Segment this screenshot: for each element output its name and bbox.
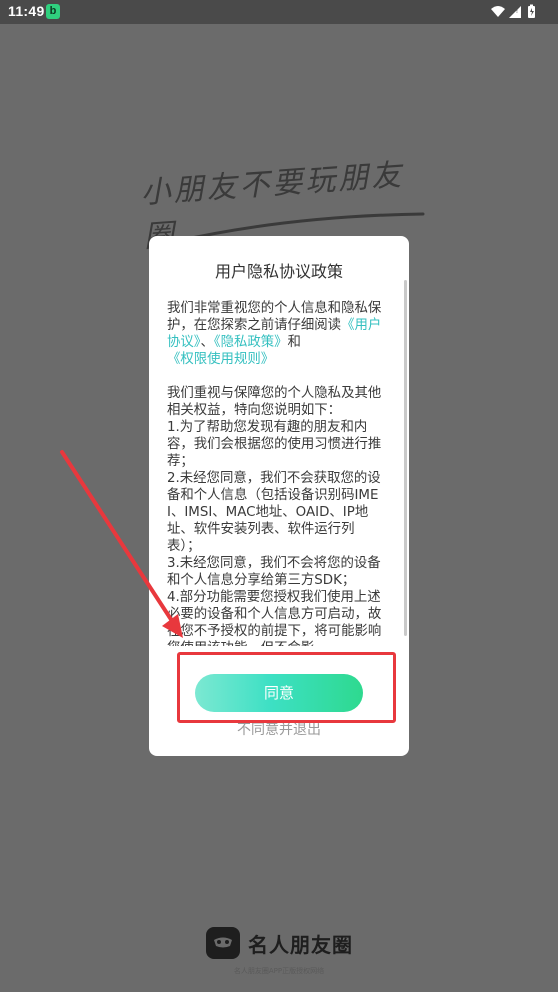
brand-name: 名人朋友圈 <box>248 933 353 957</box>
section-intro: 我们重视与保障您的个人隐私及其他相关权益，特向您说明如下： <box>167 386 382 418</box>
signal-icon: ! <box>509 6 521 18</box>
permission-rules-link[interactable]: 《权限使用规则》 <box>167 352 274 367</box>
app-logo-icon <box>206 927 240 959</box>
link-separator: 、 <box>200 335 214 350</box>
dialog-body[interactable]: 我们非常重视您的个人信息和隐私保护，在您探索之前请仔细阅读《用户协议》、《隐私政… <box>167 300 385 646</box>
dialog-title: 用户隐私协议政策 <box>214 262 343 281</box>
dialog-scrollbar[interactable] <box>404 280 407 636</box>
battery-icon <box>528 4 535 18</box>
status-time: 11:49 <box>8 3 45 19</box>
list-item: 1.为了帮助您发现有趣的朋友和内容，我们会根据您的使用习惯进行推荐； <box>167 420 382 469</box>
agree-button[interactable]: 同意 <box>195 674 363 712</box>
privacy-dialog: 用户隐私协议政策 我们非常重视您的个人信息和隐私保护，在您探索之前请仔细阅读《用… <box>149 236 409 756</box>
svg-text:!: ! <box>516 8 518 15</box>
brand-tagline: 名人朋友圈APP正版授权网络 <box>233 967 325 975</box>
intro-paragraph: 我们非常重视您的个人信息和隐私保护，在您探索之前请仔细阅读《用户协议》、《隐私政… <box>167 300 385 368</box>
system-status-icons: ! <box>491 4 535 18</box>
list-item: 4.部分功能需要您授权我们使用上述必要的设备和个人信息方可启动，故在您不予授权的… <box>167 590 382 646</box>
list-item: 2.未经您同意，我们不会获取您的设备和个人信息（包括设备识别码IMEI、IMSI… <box>167 471 381 554</box>
privacy-policy-link[interactable]: 《隐私政策》 <box>214 335 288 350</box>
list-item: 3.未经您同意，我们不会将您的设备和个人信息分享给第三方SDK； <box>167 556 381 588</box>
disagree-exit-button[interactable]: 不同意并退出 <box>149 719 409 739</box>
app-notification-icon: b <box>46 4 60 19</box>
status-bar: 11:49 b ! <box>0 0 558 24</box>
link-and: 和 <box>287 335 301 350</box>
wifi-icon <box>491 6 505 17</box>
